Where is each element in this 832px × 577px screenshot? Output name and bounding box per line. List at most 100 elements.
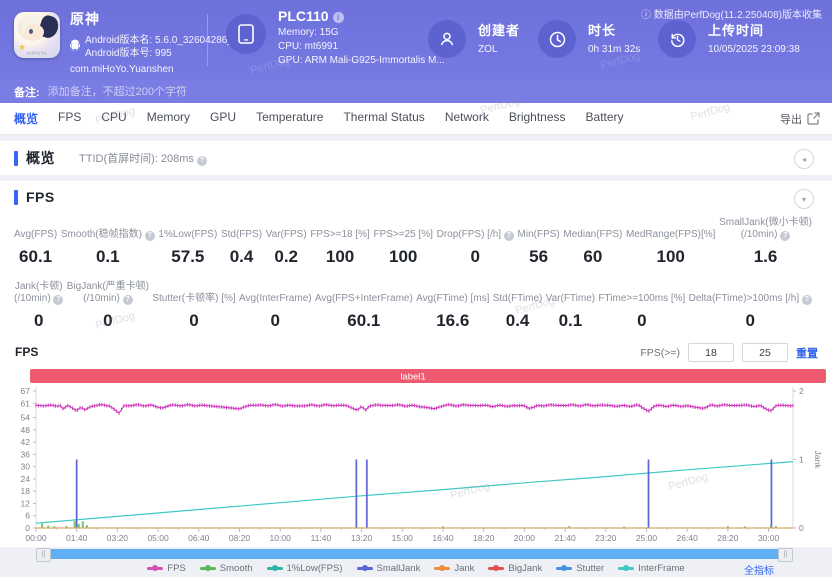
svg-text:54: 54 [21, 413, 31, 423]
stat-label: Std(FPS) [220, 229, 263, 240]
stat-item: Drop(FPS) [/h] ? 0 [437, 229, 514, 267]
stat-item: Avg(InterFrame) 0 [239, 293, 312, 331]
chart-scrollbar[interactable]: || || [36, 548, 793, 562]
fps-threshold-input-1[interactable] [688, 343, 734, 362]
stat-value: 0.1 [558, 311, 583, 330]
legend-item-fps[interactable]: FPS [147, 563, 186, 574]
help-icon[interactable]: ? [53, 295, 64, 305]
legend-swatch [556, 565, 573, 571]
fps-chart: label10612182430364248546167012Jank00:00… [21, 369, 826, 543]
legend-item-jank[interactable]: Jank [434, 563, 474, 574]
stat-item: Median(FPS) 60 [563, 229, 622, 267]
help-icon[interactable]: ? [780, 231, 791, 241]
upload-time-value: 10/05/2025 23:09:38 [708, 44, 800, 55]
stat-value: 0 [270, 311, 281, 330]
device-block: PLC110 i Memory: 15G CPU: mt6991 GPU: ARM… [226, 8, 445, 68]
stat-value: 60.1 [347, 311, 381, 330]
tab-memory[interactable]: Memory [137, 110, 200, 127]
stat-item: Std(FTime) 0.4 [493, 293, 543, 331]
note-label: 备注: [14, 86, 40, 99]
stat-label: Min(FPS) [517, 229, 560, 240]
tab-network[interactable]: Network [435, 110, 499, 127]
help-icon[interactable]: ? [196, 156, 207, 166]
help-icon[interactable]: ? [144, 231, 155, 241]
legend-swatch [266, 565, 283, 571]
tab-brightness[interactable]: Brightness [499, 110, 576, 127]
stat-item: Var(FTime) 0.1 [546, 293, 595, 331]
stat-value: 0 [103, 311, 113, 330]
tab-battery[interactable]: Battery [576, 110, 634, 127]
legend-item-1-low-fps-[interactable]: 1%Low(FPS) [266, 563, 343, 574]
stat-item: Smooth(稳帧指数) ? 0.1 [61, 229, 155, 267]
scrollbar-right-handle[interactable]: || [778, 548, 793, 562]
stat-value: 60 [583, 247, 603, 266]
svg-text:00:00: 00:00 [25, 533, 47, 543]
legend-label: InterFrame [638, 562, 685, 574]
stat-item: Var(FPS) 0.2 [266, 229, 307, 267]
fps-chart-title: FPS [15, 345, 39, 359]
stat-value: 56 [529, 247, 549, 266]
threshold-reset-link[interactable]: 重置 [796, 345, 818, 361]
legend-item-bigjank[interactable]: BigJank [488, 563, 542, 574]
help-icon[interactable]: ? [801, 295, 812, 305]
tab-cpu[interactable]: CPU [91, 110, 136, 127]
tab-thermal-status[interactable]: Thermal Status [333, 110, 434, 127]
svg-text:2: 2 [799, 386, 804, 396]
upload-time-block: 上传时间 10/05/2025 23:09:38 [658, 20, 800, 58]
stat-value: 0.4 [505, 311, 530, 330]
scrollbar-left-handle[interactable]: || [36, 548, 51, 562]
svg-text:48: 48 [21, 425, 31, 435]
fps-threshold-label: FPS(>=) [640, 346, 680, 359]
clock-icon [538, 20, 576, 58]
svg-text:0: 0 [25, 523, 30, 533]
device-info-icon[interactable]: i [332, 12, 344, 23]
stat-label: MedRange(FPS)[%] [625, 229, 716, 240]
device-name: PLC110 i [278, 8, 445, 24]
section-accent [14, 189, 18, 205]
history-icon [658, 20, 696, 58]
stat-item: Std(FPS) 0.4 [221, 229, 262, 267]
svg-text:11:40: 11:40 [311, 533, 332, 543]
fps-stats-row2: Jank(卡顿) (/10min) ? 0 BigJank(严重卡顿) (/10min)… [0, 277, 832, 331]
svg-text:10:00: 10:00 [270, 533, 292, 543]
svg-text:12: 12 [21, 498, 31, 508]
legend-item-interframe[interactable]: InterFrame [618, 562, 685, 574]
legend-item-smalljank[interactable]: SmallJank [356, 563, 420, 574]
tab-fps[interactable]: FPS [48, 110, 91, 127]
collect-version-info: ⓘ 数据由PerfDog(11.2.250408)版本收集 [641, 10, 822, 21]
stat-label: Avg(FPS) [14, 229, 58, 240]
help-icon[interactable]: ? [503, 231, 514, 241]
stat-value: 0 [34, 311, 44, 330]
svg-text:13:20: 13:20 [351, 533, 373, 543]
note-input[interactable] [45, 84, 450, 99]
stat-item: FPS>=25 [%] 100 [373, 229, 432, 267]
legend-swatch [199, 565, 216, 571]
legend-item-stutter[interactable]: Stutter [556, 563, 604, 574]
tab-temperature[interactable]: Temperature [246, 110, 333, 127]
svg-text:61: 61 [21, 398, 31, 408]
svg-text:1: 1 [799, 455, 804, 465]
help-icon[interactable]: ? [122, 295, 133, 305]
export-icon [807, 112, 820, 125]
svg-text:15:00: 15:00 [392, 533, 414, 543]
legend-all-metrics-link[interactable]: 全指标 [744, 562, 774, 577]
legend-item-smooth[interactable]: Smooth [199, 563, 253, 574]
stat-value: 100 [325, 247, 355, 266]
overview-card: 概览 TTID(首屏时间): 208ms ? ◂ [0, 141, 832, 175]
tab-概览[interactable]: 概览 [4, 110, 48, 127]
person-icon [428, 20, 466, 58]
tab-gpu[interactable]: GPU [200, 110, 246, 127]
svg-text:08:20: 08:20 [229, 533, 251, 543]
ttid-value: TTID(首屏时间): 208ms ? [79, 150, 207, 166]
svg-text:30: 30 [21, 462, 31, 472]
fps-collapse-button[interactable]: ▾ [794, 189, 814, 209]
stat-label: 1%Low(FPS) [158, 229, 218, 240]
svg-text:23:20: 23:20 [595, 533, 617, 543]
stat-label: Jank(卡顿) (/10min) ? [14, 281, 64, 305]
export-button[interactable]: 导出 [780, 103, 820, 134]
stat-label: Avg(FTime) [ms] [416, 293, 490, 304]
stat-label: Delta(FTime)>100ms [/h] ? [689, 293, 812, 305]
svg-text:06:40: 06:40 [188, 533, 210, 543]
overview-collapse-button[interactable]: ◂ [794, 149, 814, 169]
fps-threshold-input-2[interactable] [742, 343, 788, 362]
